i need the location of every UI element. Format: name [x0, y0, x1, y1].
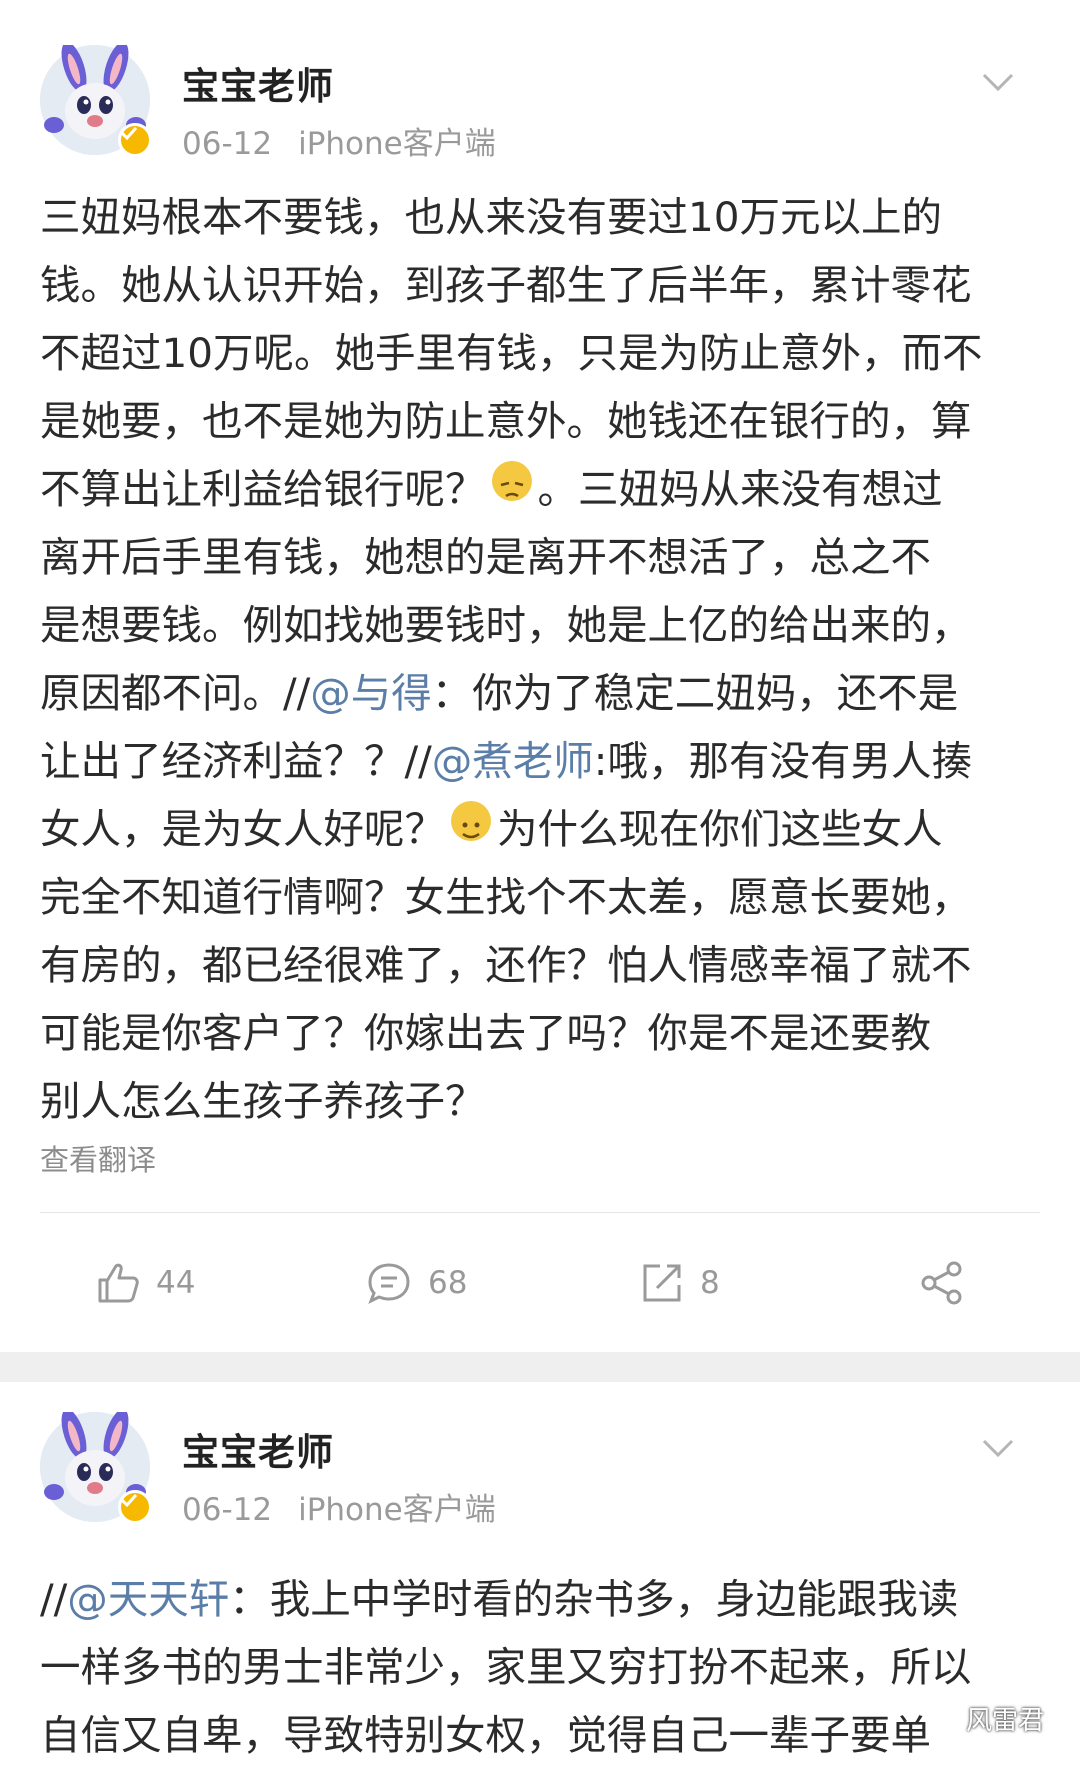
text-segment: 不超过10万呢。她手里有钱，只是为防止意外，而不 — [40, 329, 983, 377]
post-text-line: 原因都不问。//@与得：你为了稳定二妞妈，还不是 — [40, 659, 1040, 727]
post-date: 06-12 — [182, 1492, 273, 1528]
weibo-post-1: 宝宝老师 06-12 iPhone客户端 三妞妈根本不要钱，也从来没有要过10万元… — [0, 0, 1080, 1352]
post-text-line: 有房的，都已经很难了，还作？怕人情感幸福了就不 — [40, 931, 1040, 999]
text-segment: ：我上中学时看的杂书多，身边能跟我读 — [229, 1575, 959, 1623]
view-translation-link[interactable]: 查看翻译 — [40, 1137, 156, 1179]
avatar[interactable] — [40, 45, 152, 157]
weibo-post-2: 宝宝老师 06-12 iPhone客户端 //@天天轩：我上中学时看的杂书多，身边… — [0, 1382, 1080, 1761]
post-text-line: 离开后手里有钱，她想的是离开不想活了，总之不 — [40, 523, 1040, 591]
post-text-line: 不算出让利益给银行呢？ 。三妞妈从来没有想过 — [40, 455, 1040, 523]
text-segment: 完全不知道行情啊？女生找个不太差，愿意长要她， — [40, 873, 972, 921]
post-text-line: 可能是你客户了？你嫁出去了吗？你是不是还要教 — [40, 999, 1040, 1067]
action-bar: 44 68 8 — [0, 1250, 1080, 1316]
text-segment: 是想要钱。例如找她要钱时，她是上亿的给出来的， — [40, 601, 972, 649]
text-segment: 三妞妈根本不要钱，也从来没有要过10万元以上的 — [40, 193, 943, 241]
like-count: 44 — [156, 1265, 196, 1301]
post-text-line: 自信又自卑，导致特别女权，觉得自己一辈子要单 — [40, 1701, 1040, 1769]
post-meta: 06-12 iPhone客户端 — [182, 118, 496, 163]
mention-link[interactable]: @煮老师 — [432, 737, 594, 785]
post-date: 06-12 — [182, 126, 273, 162]
text-segment: 自信又自卑，导致特别女权，觉得自己一辈子要单 — [40, 1711, 931, 1759]
mention-link[interactable]: @天天轩 — [67, 1575, 229, 1623]
dizzy-emoji-icon — [491, 461, 532, 501]
text-segment: 。三妞妈从来没有想过 — [537, 465, 943, 513]
verified-badge-icon — [118, 1490, 152, 1524]
post-text-line: //@天天轩：我上中学时看的杂书多，身边能跟我读 — [40, 1565, 1040, 1633]
post-body: 三妞妈根本不要钱，也从来没有要过10万元以上的 钱。她从认识开始，到孩子都生了后半… — [40, 183, 1040, 1135]
post-meta: 06-12 iPhone客户端 — [182, 1484, 496, 1529]
text-segment: 让出了经济利益？？// — [40, 737, 432, 785]
watermark-text: 风雷君 — [965, 1706, 1044, 1736]
comment-count: 68 — [428, 1265, 468, 1301]
text-segment: 别人怎么生孩子养孩子？ — [40, 1077, 486, 1125]
like-button[interactable]: 44 — [96, 1250, 195, 1316]
text-segment: 是她要，也不是她为防止意外。她钱还在银行的，算 — [40, 397, 972, 445]
text-segment: 离开后手里有钱，她想的是离开不想活了，总之不 — [40, 533, 931, 581]
text-segment: 钱。她从认识开始，到孩子都生了后半年，累计零花 — [40, 261, 972, 309]
post-client: iPhone客户端 — [298, 1492, 496, 1528]
post-text-line: 三妞妈根本不要钱，也从来没有要过10万元以上的 — [40, 183, 1040, 251]
post-separator — [0, 1352, 1080, 1382]
watermark: 风雷君 — [930, 1700, 1044, 1737]
share-button[interactable] — [918, 1250, 982, 1316]
text-segment: ：你为了稳定二妞妈，还不是 — [431, 669, 959, 717]
post-text-line: 完全不知道行情啊？女生找个不太差，愿意长要她， — [40, 863, 1040, 931]
text-segment: 原因都不问。// — [40, 669, 311, 717]
text-segment: 为什么现在你们这些女人 — [497, 805, 943, 853]
text-segment: 不算出让利益给银行呢？ — [40, 465, 486, 513]
text-segment: 有房的，都已经很难了，还作？怕人情感幸福了就不 — [40, 941, 972, 989]
chevron-down-icon[interactable] — [982, 72, 1014, 92]
post-text-line: 不超过10万呢。她手里有钱，只是为防止意外，而不 — [40, 319, 1040, 387]
verified-badge-icon — [118, 123, 152, 157]
post-body: //@天天轩：我上中学时看的杂书多，身边能跟我读一样多书的男士非常少，家里又穷打… — [40, 1565, 1040, 1769]
text-segment: // — [40, 1575, 68, 1623]
repost-count: 8 — [700, 1265, 720, 1301]
post-text-line: 是想要钱。例如找她要钱时，她是上亿的给出来的， — [40, 591, 1040, 659]
post-client: iPhone客户端 — [298, 126, 496, 162]
chevron-down-icon[interactable] — [982, 1438, 1014, 1458]
text-segment: 可能是你客户了？你嫁出去了吗？你是不是还要教 — [40, 1009, 931, 1057]
divider — [40, 1212, 1040, 1213]
text-segment: 一样多书的男士非常少，家里又穷打扮不起来，所以 — [40, 1643, 972, 1691]
avatar[interactable] — [40, 1412, 152, 1524]
username[interactable]: 宝宝老师 — [182, 1422, 334, 1476]
repost-button[interactable]: 8 — [640, 1250, 720, 1316]
comment-button[interactable]: 68 — [366, 1250, 467, 1316]
text-segment: :哦，那有没有男人揍 — [593, 737, 972, 785]
post-text-line: 一样多书的男士非常少，家里又穷打扮不起来，所以 — [40, 1633, 1040, 1701]
wechat-icon — [930, 1707, 959, 1729]
comment-icon — [368, 1263, 410, 1305]
mention-link[interactable]: @与得 — [310, 669, 432, 717]
smile-emoji-icon — [451, 801, 491, 841]
username[interactable]: 宝宝老师 — [182, 56, 334, 110]
post-text-line: 让出了经济利益？？//@煮老师:哦，那有没有男人揍 — [40, 727, 1040, 795]
post-text-line: 是她要，也不是她为防止意外。她钱还在银行的，算 — [40, 387, 1040, 455]
post-text-line: 别人怎么生孩子养孩子？ — [40, 1067, 1040, 1135]
post-text-line: 女人，是为女人好呢？ 为什么现在你们这些女人 — [40, 795, 1040, 863]
thumbs-up-icon — [98, 1263, 139, 1303]
repost-icon — [643, 1264, 681, 1302]
text-segment: 女人，是为女人好呢？ — [40, 805, 445, 853]
post-text-line: 钱。她从认识开始，到孩子都生了后半年，累计零花 — [40, 251, 1040, 319]
share-icon — [921, 1261, 962, 1305]
